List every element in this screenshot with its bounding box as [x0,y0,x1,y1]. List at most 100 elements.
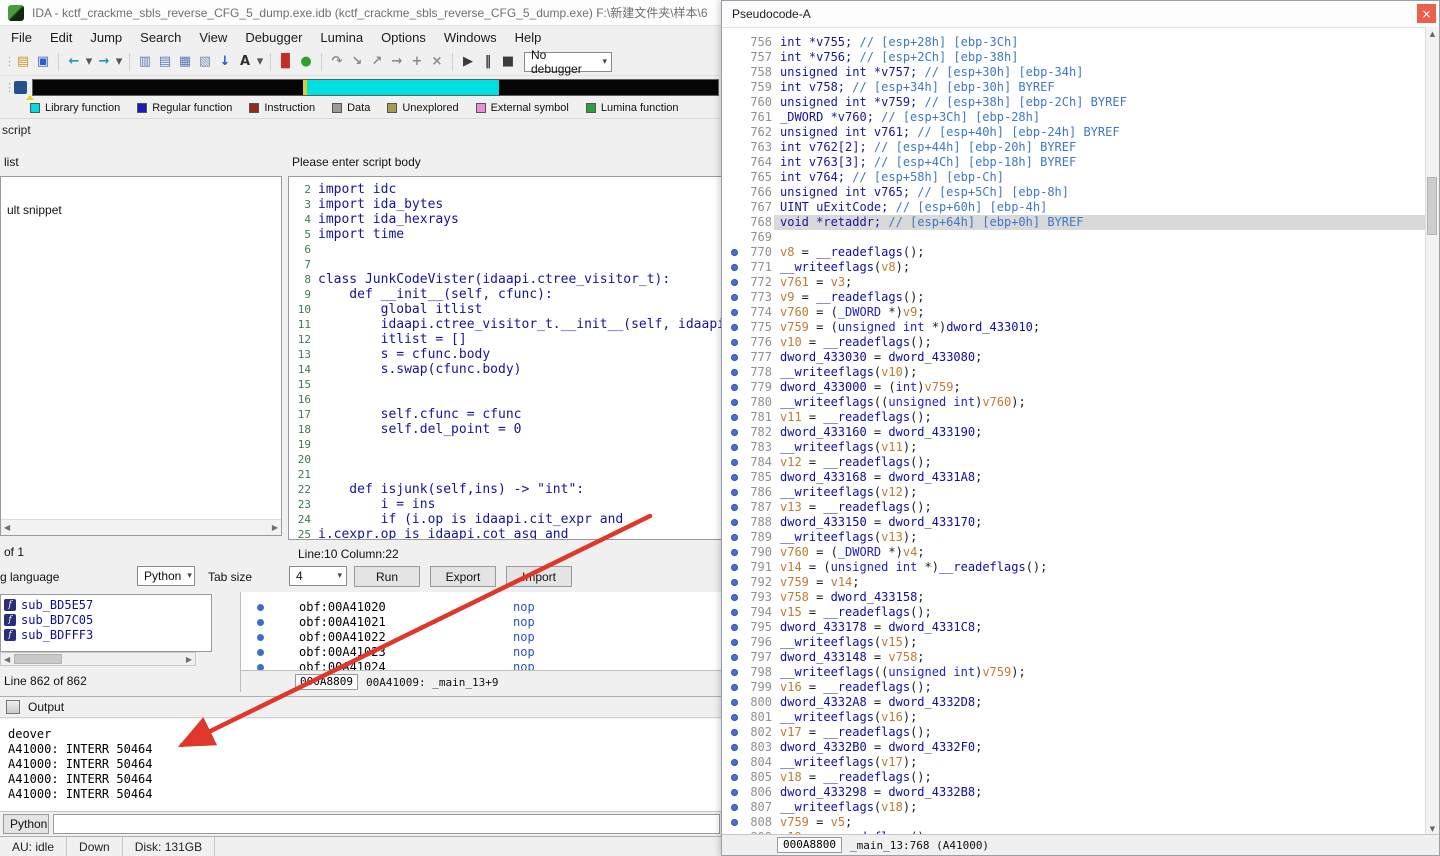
pseudocode-line[interactable]: 795 dword_433178 = dword_4331C8; [722,620,1426,635]
menu-edit[interactable]: Edit [41,30,81,45]
pseudocode-line[interactable]: 757 int *v756; // [esp+2Ch] [ebp-38h] [722,50,1426,65]
pseudocode-line[interactable]: 767 UINT uExitCode; // [esp+60h] [ebp-4h] [722,200,1426,215]
scroll-left-icon[interactable]: ◀ [4,655,10,664]
save-icon[interactable]: ▣ [33,52,53,72]
menu-view[interactable]: View [190,30,236,45]
jump-address-icon[interactable]: ↓ [215,52,235,72]
menu-lumina[interactable]: Lumina [311,30,372,45]
pseudocode-line[interactable]: 791 v14 = (unsigned int *)__readeflags(); [722,560,1426,575]
pseudocode-line[interactable]: 788 dword_433150 = dword_433170; [722,515,1426,530]
scrollbar-thumb[interactable] [1427,177,1437,235]
disassembly-line[interactable]: obf:00A41022 nop [241,630,722,645]
print-icon[interactable]: ▧ [195,52,215,72]
pseudocode-line[interactable]: 785 dword_433168 = dword_4331A8; [722,470,1426,485]
pseudocode-line[interactable]: 764 int v763[3]; // [esp+4Ch] [ebp-18h] B… [722,155,1426,170]
pseudocode-line[interactable]: 766 unsigned int v765; // [esp+5Ch] [ebp-… [722,185,1426,200]
disassembly-line[interactable]: obf:00A41021 nop [241,615,722,630]
disassembly-line[interactable]: obf:00A41020 nop [241,600,722,615]
script-editor[interactable]: 2 import idc 3 import ida_bytes 4 import ida_… [288,176,722,540]
pseudocode-line[interactable]: 808 v759 = v5; [722,815,1426,830]
navigate-forward-icon[interactable]: → [94,52,114,72]
menu-file[interactable]: File [2,30,41,45]
pseudocode-scrollbar[interactable]: ▲ ▼ [1425,27,1439,835]
set-color-icon[interactable]: ▉ [276,52,296,72]
attach-icon[interactable]: + [407,52,427,72]
menu-options[interactable]: Options [372,30,435,45]
language-select[interactable]: Python ▾ [137,566,195,586]
pseudocode-line[interactable]: 804 __writeeflags(v17); [722,755,1426,770]
output-console[interactable]: deover A41000: INTERR 50464 A41000: INTERR… [0,719,722,812]
pseudocode-line[interactable]: 794 v15 = __readeflags(); [722,605,1426,620]
snippet-list-scrollbar[interactable]: ◀ ▶ [1,519,281,535]
scrollbar-thumb[interactable] [14,654,63,664]
pseudocode-line[interactable]: 779 dword_433000 = (int)v759; [722,380,1426,395]
lumina-pull-icon[interactable]: ● [296,52,316,72]
close-icon[interactable]: × [1417,4,1436,23]
pseudocode-line[interactable]: 762 unsigned int v761; // [esp+40h] [ebp-… [722,125,1426,140]
pause-process-icon[interactable]: ‖ [478,52,498,72]
chevron-down-icon[interactable]: ▾ [255,52,265,72]
function-item[interactable]: f sub_BD5E57 [1,597,211,612]
pseudocode-line[interactable]: 805 v18 = __readeflags(); [722,770,1426,785]
import-button[interactable]: Import [506,566,572,587]
pseudocode-line[interactable]: 800 dword_4332A8 = dword_4332D8; [722,695,1426,710]
tab-size-select[interactable]: 4 ▾ [289,566,347,586]
step-into-icon[interactable]: ↘ [347,52,367,72]
cancel-icon[interactable]: × [427,52,447,72]
pseudocode-line[interactable]: 773 v9 = __readeflags(); [722,290,1426,305]
stop-process-icon[interactable]: ■ [498,52,518,72]
pseudocode-line[interactable]: 765 int v764; // [esp+58h] [ebp-Ch] [722,170,1426,185]
menu-debugger[interactable]: Debugger [236,30,311,45]
disassembly-view[interactable]: obf:00A41020 nop obf:00A41021 nop obf:00A410… [240,592,722,692]
pseudocode-line[interactable]: 797 dword_433148 = v758; [722,650,1426,665]
pseudocode-line[interactable]: 774 v760 = (_DWORD *)v9; [722,305,1426,320]
navigate-back-icon[interactable]: ← [64,52,84,72]
function-item[interactable]: f sub_BD7C05 [1,612,211,627]
jump-function-icon[interactable]: ▦ [175,52,195,72]
pseudocode-line[interactable]: 799 v16 = __readeflags(); [722,680,1426,695]
output-window-titlebar[interactable]: Output [0,696,722,718]
pseudocode-line[interactable]: 756 int *v755; // [esp+28h] [ebp-3Ch] [722,35,1426,50]
start-process-icon[interactable]: ▶ [458,52,478,72]
pseudocode-line[interactable]: 789 __writeeflags(v13); [722,530,1426,545]
pseudocode-line[interactable]: 798 __writeeflags((unsigned int)v759); [722,665,1426,680]
pseudocode-line[interactable]: 806 dword_433298 = dword_4332B8; [722,785,1426,800]
export-button[interactable]: Export [430,566,496,587]
pseudocode-line[interactable]: 759 int v758; // [esp+34h] [ebp-30h] BYRE… [722,80,1426,95]
pseudocode-line[interactable]: 790 v760 = (_DWORD *)v4; [722,545,1426,560]
cli-input[interactable] [53,814,720,834]
debugger-select[interactable]: No debugger ▾ [524,48,612,76]
jump-segment-icon[interactable]: ▥ [135,52,155,72]
pseudocode-line[interactable]: 787 v13 = __readeflags(); [722,500,1426,515]
pseudocode-line[interactable]: 760 unsigned int *v759; // [esp+38h] [ebp… [722,95,1426,110]
scroll-right-icon[interactable]: ▶ [272,523,278,532]
pseudocode-line[interactable]: 778 __writeeflags(v10); [722,365,1426,380]
pseudocode-line[interactable]: 758 unsigned int *v757; // [esp+30h] [ebp… [722,65,1426,80]
functions-list[interactable]: f sub_BD5E57 f sub_BD7C05 f sub_BDFFF3 [0,594,212,652]
function-item[interactable]: f sub_BDFFF3 [1,627,211,642]
pseudocode-line[interactable]: 802 v17 = __readeflags(); [722,725,1426,740]
pseudocode-line[interactable]: 801 __writeeflags(v16); [722,710,1426,725]
pseudocode-line[interactable]: 776 v10 = __readeflags(); [722,335,1426,350]
jump-name-icon[interactable]: ▤ [155,52,175,72]
pseudocode-line[interactable]: 770 v8 = __readeflags(); [722,245,1426,260]
pseudocode-line[interactable]: 782 dword_433160 = dword_433190; [722,425,1426,440]
functions-scrollbar[interactable]: ◀ ▶ [0,652,196,666]
pseudocode-line[interactable]: 807 __writeeflags(v18); [722,800,1426,815]
menu-windows[interactable]: Windows [435,30,506,45]
pseudocode-line[interactable]: 796 __writeeflags(v15); [722,635,1426,650]
pseudocode-titlebar[interactable]: Pseudocode-A × [722,1,1439,28]
pseudocode-line[interactable]: 781 v11 = __readeflags(); [722,410,1426,425]
text-options-icon[interactable]: A [235,52,255,72]
pseudocode-line[interactable]: 793 v758 = dword_433158; [722,590,1426,605]
pseudocode-line[interactable]: 761 _DWORD *v760; // [esp+3Ch] [ebp-28h] [722,110,1426,125]
cli-language-button[interactable]: Python [3,814,49,834]
pseudocode-line[interactable]: 763 int v762[2]; // [esp+44h] [ebp-20h] B… [722,140,1426,155]
scroll-right-icon[interactable]: ▶ [186,655,192,664]
step-over-icon[interactable]: ↷ [327,52,347,72]
pseudocode-line[interactable]: 803 dword_4332B0 = dword_4332F0; [722,740,1426,755]
pseudocode-line[interactable]: 792 v759 = v14; [722,575,1426,590]
pseudocode-line[interactable]: 771 __writeeflags(v8); [722,260,1426,275]
pseudocode-line[interactable]: 777 dword_433030 = dword_433080; [722,350,1426,365]
pseudocode-line[interactable]: 780 __writeeflags((unsigned int)v760); [722,395,1426,410]
